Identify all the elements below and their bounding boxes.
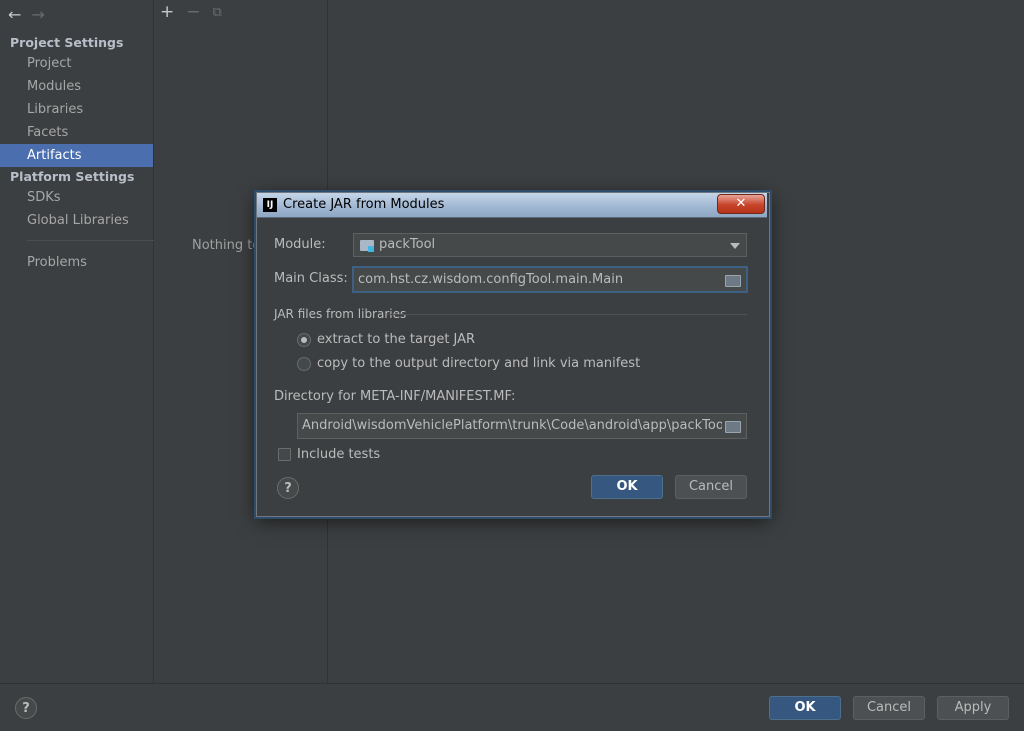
module-badge-icon — [368, 246, 374, 252]
sidebar-item-libraries[interactable]: Libraries — [0, 98, 153, 121]
project-structure-sidebar: ← → Project Settings Project Modules Lib… — [0, 0, 310, 683]
module-select[interactable]: packTool — [353, 233, 747, 257]
forward-arrow-icon[interactable]: → — [31, 5, 44, 24]
intellij-app-icon: IJ — [263, 198, 277, 212]
sidebar-item-problems[interactable]: Problems — [0, 251, 153, 274]
copy-icon[interactable]: ⧉ — [213, 5, 222, 20]
manifest-directory-label: Directory for META-INF/MANIFEST.MF: — [274, 389, 516, 404]
close-icon[interactable]: ✕ — [717, 194, 765, 214]
dialog-help-button[interactable]: ? — [277, 477, 299, 499]
main-class-value: com.hst.cz.wisdom.configTool.main.Main — [358, 272, 624, 287]
project-settings-header: Project Settings — [10, 35, 124, 50]
apply-button[interactable]: Apply — [937, 696, 1009, 720]
copy-radio-label[interactable]: copy to the output directory and link vi… — [317, 356, 640, 371]
copy-radio[interactable] — [297, 357, 311, 371]
dialog-title: Create JAR from Modules — [283, 197, 445, 212]
dialog-ok-button[interactable]: OK — [591, 475, 663, 499]
dialog-title-bar[interactable]: IJ Create JAR from Modules ✕ — [257, 193, 767, 218]
extract-radio[interactable] — [297, 333, 311, 347]
add-icon[interactable]: + — [160, 2, 174, 22]
module-label: Module: — [274, 237, 326, 252]
group-separator — [387, 314, 747, 315]
sidebar-item-global-libraries[interactable]: Global Libraries — [0, 209, 153, 232]
chevron-down-icon — [730, 243, 740, 249]
sidebar-item-facets[interactable]: Facets — [0, 121, 153, 144]
artifacts-toolbar: + − ⧉ — [160, 2, 222, 22]
sidebar-item-sdks[interactable]: SDKs — [0, 186, 153, 209]
back-arrow-icon[interactable]: ← — [8, 5, 21, 24]
folder-open-icon[interactable] — [725, 275, 741, 287]
folder-open-icon[interactable] — [725, 421, 741, 433]
sidebar-item-project[interactable]: Project — [0, 52, 153, 75]
ok-button[interactable]: OK — [769, 696, 841, 720]
module-select-value: packTool — [379, 237, 436, 252]
include-tests-label[interactable]: Include tests — [297, 447, 380, 462]
dialog-body: Module: packTool Main Class: com.hst.cz.… — [257, 218, 767, 514]
manifest-directory-input[interactable]: Android\wisdomVehiclePlatform\trunk\Code… — [297, 413, 747, 439]
help-button[interactable]: ? — [15, 697, 37, 719]
settings-bottom-bar: ? OK Cancel Apply — [0, 683, 1024, 731]
extract-radio-label[interactable]: extract to the target JAR — [317, 332, 475, 347]
empty-list-text: Nothing to — [192, 238, 261, 253]
main-class-label: Main Class: — [274, 271, 348, 286]
cancel-button[interactable]: Cancel — [853, 696, 925, 720]
include-tests-checkbox[interactable] — [278, 448, 291, 461]
sidebar-item-artifacts[interactable]: Artifacts — [0, 144, 153, 167]
manifest-directory-value: Android\wisdomVehiclePlatform\trunk\Code… — [302, 418, 722, 433]
main-class-input[interactable]: com.hst.cz.wisdom.configTool.main.Main — [352, 266, 748, 293]
platform-settings-header: Platform Settings — [10, 169, 135, 184]
remove-icon[interactable]: − — [186, 2, 200, 22]
nav-arrows: ← → — [8, 4, 45, 24]
sidebar-item-modules[interactable]: Modules — [0, 75, 153, 98]
create-jar-dialog: IJ Create JAR from Modules ✕ Module: pac… — [256, 192, 770, 517]
dialog-cancel-button[interactable]: Cancel — [675, 475, 747, 499]
